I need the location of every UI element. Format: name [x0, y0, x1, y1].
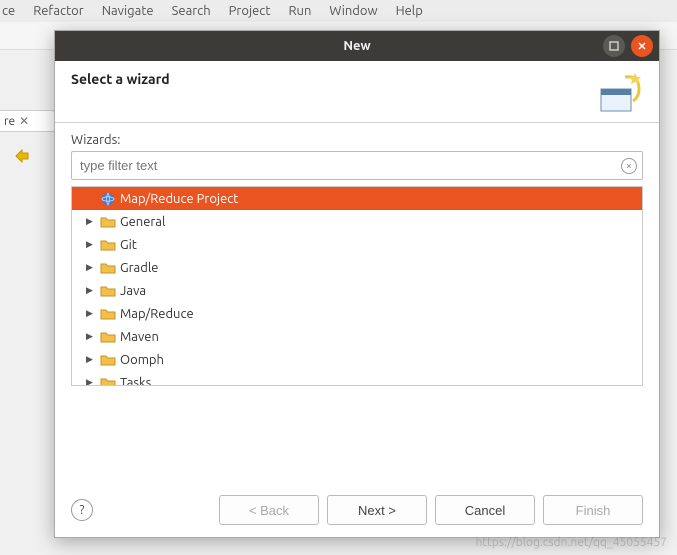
wizards-label: Wizards: — [71, 133, 643, 147]
dialog-banner: Select a wizard — [55, 61, 659, 123]
menu-item[interactable]: Run — [286, 2, 313, 20]
project-icon — [100, 191, 116, 207]
folder-icon — [100, 238, 116, 252]
view-tab[interactable]: re ✕ — [0, 110, 56, 132]
new-wizard-dialog: New Select a wizard Wizards: × — [54, 30, 660, 538]
folder-icon — [100, 307, 116, 321]
dialog-titlebar: New — [55, 31, 659, 61]
menu-item[interactable]: Navigate — [100, 2, 156, 20]
tree-item-tasks[interactable]: ▶ Tasks — [72, 371, 642, 386]
close-button[interactable] — [631, 35, 653, 57]
folder-icon — [100, 330, 116, 344]
help-button[interactable]: ? — [71, 499, 93, 521]
menu-item[interactable]: Window — [327, 2, 379, 20]
finish-button: Finish — [543, 495, 643, 525]
tree-item-label: Gradle — [120, 261, 158, 275]
tree-item-gradle[interactable]: ▶ Gradle — [72, 256, 642, 279]
menu-item[interactable]: Refactor — [31, 2, 86, 20]
folder-icon — [100, 261, 116, 275]
folder-icon — [100, 353, 116, 367]
tree-item-label: Maven — [120, 330, 159, 344]
wizard-tree[interactable]: Map/Reduce Project ▶ General ▶ Git ▶ Gra… — [71, 186, 643, 386]
view-tab-label: re — [4, 115, 15, 128]
clear-filter-icon[interactable]: × — [621, 158, 637, 174]
tree-item-mapreduce[interactable]: ▶ Map/Reduce — [72, 302, 642, 325]
close-icon[interactable]: ✕ — [19, 114, 29, 128]
tree-item-label: Tasks — [120, 376, 151, 387]
maximize-button[interactable] — [603, 35, 625, 57]
folder-icon — [100, 215, 116, 229]
folder-icon — [100, 284, 116, 298]
menu-item[interactable]: Help — [394, 2, 425, 20]
tree-item-label: Git — [120, 238, 137, 252]
banner-title: Select a wizard — [71, 71, 170, 87]
menu-item[interactable]: Search — [170, 2, 213, 20]
tree-item-git[interactable]: ▶ Git — [72, 233, 642, 256]
dialog-title: New — [343, 39, 370, 53]
ide-menubar: ce Refactor Navigate Search Project Run … — [0, 0, 677, 22]
folder-icon — [100, 376, 116, 387]
tree-item-maven[interactable]: ▶ Maven — [72, 325, 642, 348]
tree-item-label: Map/Reduce — [120, 307, 194, 321]
cancel-button[interactable]: Cancel — [435, 495, 535, 525]
tree-item-label: Java — [120, 284, 146, 298]
tree-item-general[interactable]: ▶ General — [72, 210, 642, 233]
back-button: < Back — [219, 495, 319, 525]
menu-item[interactable]: Project — [227, 2, 273, 20]
tree-item-label: Oomph — [120, 353, 164, 367]
tree-item-label: General — [120, 215, 165, 229]
dialog-body: Wizards: × Map/Reduce Project ▶ General … — [55, 123, 659, 483]
tree-item-oomph[interactable]: ▶ Oomph — [72, 348, 642, 371]
tree-item-java[interactable]: ▶ Java — [72, 279, 642, 302]
tree-item-label: Map/Reduce Project — [120, 192, 238, 206]
link-with-editor-icon[interactable] — [14, 148, 30, 164]
next-button[interactable]: Next > — [327, 495, 427, 525]
filter-input[interactable] — [71, 151, 643, 180]
tree-item-mapreduce-project[interactable]: Map/Reduce Project — [72, 187, 642, 210]
wizard-icon — [599, 71, 643, 115]
menu-item[interactable]: ce — [0, 2, 17, 20]
dialog-button-row: ? < Back Next > Cancel Finish — [55, 483, 659, 537]
